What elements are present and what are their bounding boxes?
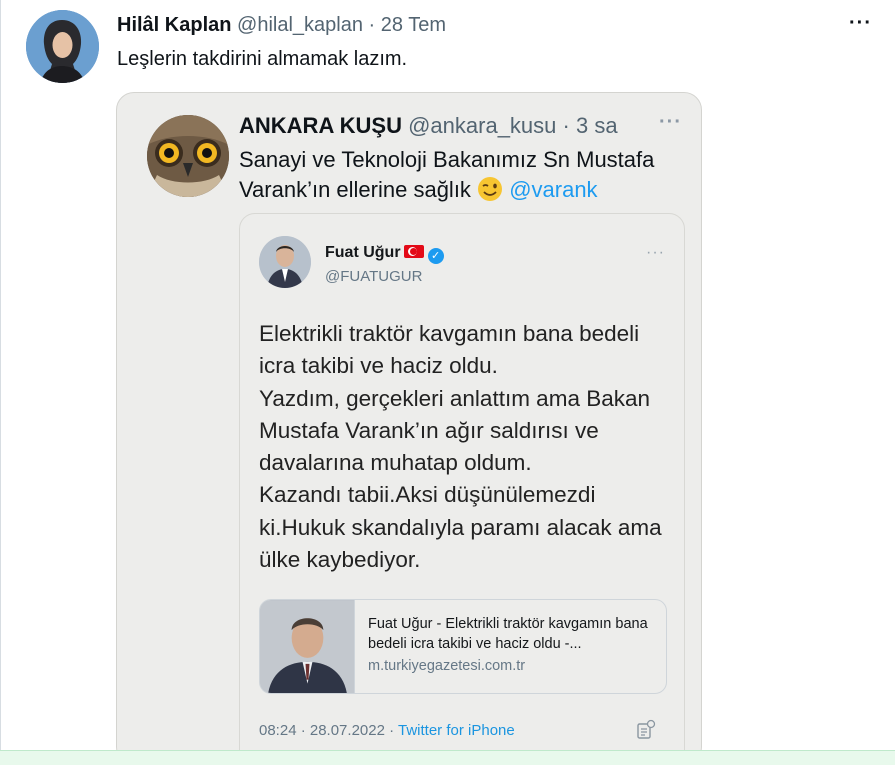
embedded-author-line: Fuat Uğur ✓	[325, 244, 444, 264]
embedded-author-name: Fuat Uğur	[325, 244, 401, 261]
link-preview-card: Fuat Uğur - Elektrikli traktör kavgamın …	[259, 599, 667, 694]
bottom-notification-bar	[0, 750, 895, 765]
quoted-separator: ·	[556, 113, 576, 138]
embedded-timestamp: 08:24 · 28.07.2022 ·	[259, 722, 398, 739]
embedded-tweet-text: Elektrikli traktör kavgamın bana bedeli …	[259, 321, 662, 573]
embedded-tweet: Fuat Uğur ✓ @FUATUGUR ··· Elektrikli trak…	[239, 213, 685, 764]
analytics-icon	[637, 719, 656, 739]
quoted-author-name: ANKARA KUŞU	[239, 113, 402, 138]
tweet-text: Leşlerin takdirini almamak lazım.	[117, 48, 408, 70]
embedded-author-avatar	[259, 236, 311, 288]
timeline-left-border	[0, 0, 1, 750]
quoted-screenshot-image[interactable]: ANKARA KUŞU @ankara_kusu · 3 sa ··· Sana…	[116, 92, 702, 765]
author-handle[interactable]: @hilal_kaplan	[237, 14, 363, 36]
author-name[interactable]: Hilâl Kaplan	[117, 14, 231, 36]
tweet-header: Hilâl Kaplan @hilal_kaplan · 28 Tem	[117, 13, 446, 37]
turkey-flag-icon	[403, 245, 424, 258]
embedded-more-icon: ···	[646, 244, 665, 261]
verified-badge-icon: ✓	[427, 248, 444, 264]
owl-avatar	[147, 115, 229, 197]
author-avatar[interactable]	[26, 10, 99, 83]
quoted-header: ANKARA KUŞU @ankara_kusu · 3 sa	[239, 113, 618, 139]
tweet-date[interactable]: 28 Tem	[381, 14, 446, 36]
winking-face-emoji-icon	[478, 177, 503, 201]
embedded-meta: 08:24 · 28.07.2022 · Twitter for iPhone	[259, 722, 515, 739]
quoted-more-icon: ···	[659, 111, 682, 133]
link-preview-domain: m.turkiyegazetesi.com.tr	[368, 658, 526, 674]
mention-link: @varank	[509, 177, 598, 202]
more-options-icon[interactable]: ···	[849, 12, 872, 35]
quoted-time: 3 sa	[575, 113, 618, 138]
link-preview-title: Fuat Uğur - Elektrikli traktör kavgamın …	[368, 616, 648, 652]
header-separator: ·	[362, 14, 381, 36]
source-app: Twitter for iPhone	[398, 722, 515, 739]
embedded-author-handle: @FUATUGUR	[325, 268, 423, 285]
quoted-author-handle: @ankara_kusu	[408, 113, 557, 138]
quoted-text: Sanayi ve Teknoloji Bakanımız Sn Mustafa…	[239, 145, 689, 205]
link-preview-image	[260, 600, 355, 693]
